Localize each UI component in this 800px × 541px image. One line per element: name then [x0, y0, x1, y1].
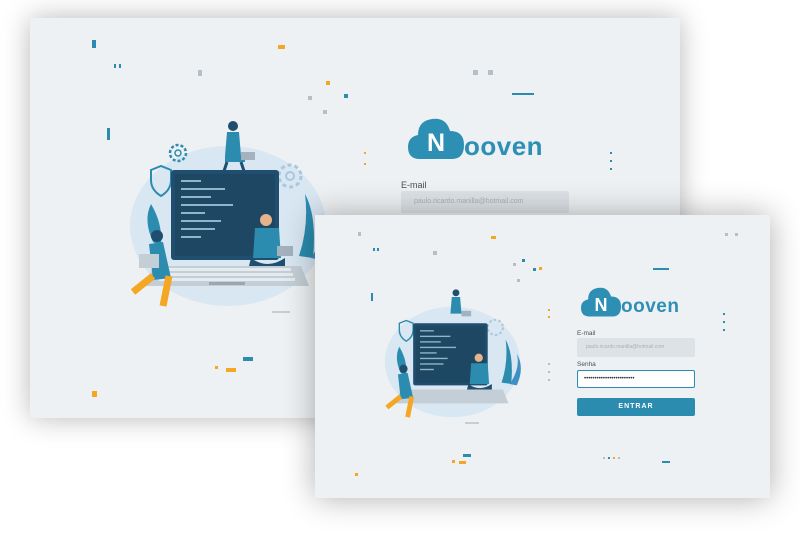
decor-dash — [517, 279, 520, 282]
decor-dash — [344, 94, 348, 98]
decor-dash — [610, 152, 612, 154]
decor-dash — [463, 454, 471, 457]
developers-illustration — [384, 289, 521, 418]
decor-dash — [653, 268, 669, 270]
decor-dash — [452, 460, 455, 463]
decor-dash — [308, 96, 312, 100]
decor-dash — [723, 313, 725, 315]
decor-dash — [613, 457, 615, 459]
decor-dash — [226, 368, 236, 372]
decor-dash — [215, 366, 218, 369]
brand-name: ooven — [621, 296, 680, 317]
decor-dash — [326, 81, 330, 85]
brand-logo: N ooven — [408, 115, 568, 165]
decor-dash — [459, 461, 466, 464]
decor-dash — [473, 70, 478, 75]
decor-dash — [608, 457, 610, 459]
decor-dash — [488, 70, 493, 75]
decor-dash — [512, 93, 534, 95]
decor-dash — [662, 461, 670, 463]
decor-dash — [278, 45, 285, 49]
decor-dash — [364, 163, 366, 165]
email-field[interactable]: paulo.ricardo.manilla@hotmail.com — [577, 338, 695, 357]
decor-dash — [735, 233, 738, 236]
brand-initial: N — [594, 295, 608, 315]
decor-dash — [371, 293, 373, 301]
decor-dash — [725, 233, 728, 236]
decor-dash — [198, 70, 202, 76]
decor-dash — [533, 268, 536, 271]
decor-dash — [323, 110, 327, 114]
decor-dash — [114, 64, 116, 68]
decor-dash — [491, 236, 496, 239]
decor-dash — [377, 248, 379, 251]
password-label: Senha — [577, 361, 596, 368]
decor-dash — [548, 309, 550, 311]
decor-dash — [618, 457, 620, 459]
login-screen-small: N ooven E-mail paulo.ricardo.manilla@hot… — [315, 215, 770, 498]
decor-dash — [610, 168, 612, 170]
developers-illustration — [130, 121, 327, 307]
brand-name: ooven — [464, 131, 544, 161]
decor-dash — [373, 248, 375, 251]
decor-dash — [243, 357, 253, 361]
submit-button[interactable]: ENTRAR — [577, 398, 695, 416]
decor-dash — [364, 152, 366, 154]
decor-dash — [548, 363, 550, 365]
decor-dash — [107, 128, 110, 140]
email-label: E-mail — [401, 180, 427, 190]
decor-dash — [548, 371, 550, 373]
decor-dash — [723, 329, 725, 331]
decor-dash — [603, 457, 605, 459]
decor-dash — [355, 473, 358, 476]
decor-dash — [723, 321, 725, 323]
decor-dash — [548, 316, 550, 318]
decor-dash — [548, 379, 550, 381]
decor-dash — [513, 263, 516, 266]
decor-dash — [522, 259, 525, 262]
decor-dash — [358, 232, 361, 236]
email-label: E-mail — [577, 330, 596, 337]
brand-logo: N ooven — [581, 285, 701, 321]
decor-dash — [119, 64, 121, 68]
decor-dash — [433, 251, 437, 255]
password-field[interactable]: •••••••••••••••••••••••• — [577, 370, 695, 388]
decor-dash — [610, 160, 612, 162]
email-field[interactable]: paulo.ricardo.manilla@hotmail.com — [401, 191, 569, 213]
decor-dash — [92, 391, 97, 397]
brand-initial: N — [426, 129, 446, 157]
decor-dash — [539, 267, 542, 270]
decor-dash — [92, 40, 96, 48]
